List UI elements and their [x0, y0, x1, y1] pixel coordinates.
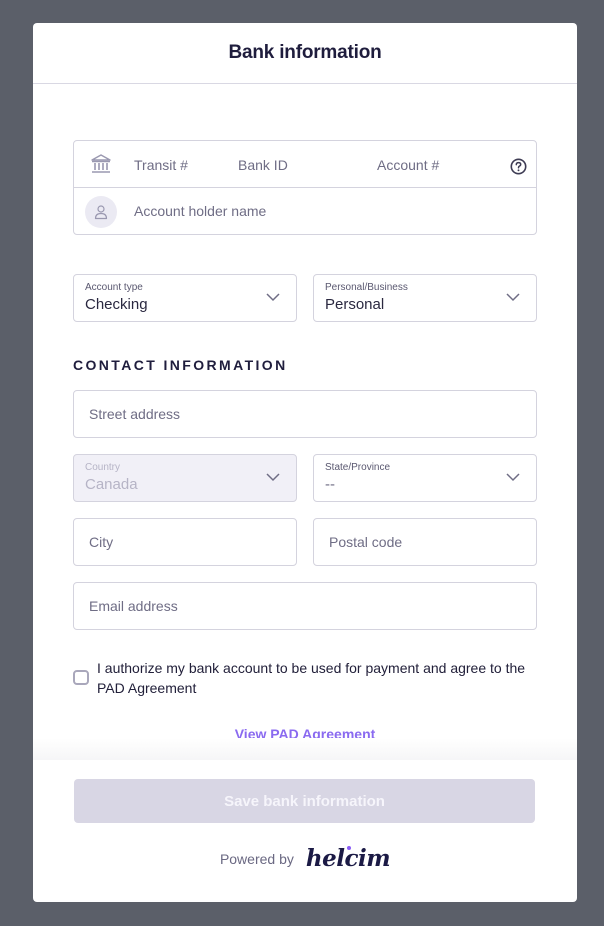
chevron-down-icon — [266, 473, 280, 482]
state-province-label: State/Province — [325, 462, 391, 473]
personal-business-label: Personal/Business — [325, 282, 408, 293]
chevron-down-icon — [506, 293, 520, 302]
question-circle-icon[interactable] — [510, 158, 527, 175]
pad-authorization-checkbox[interactable] — [73, 670, 89, 685]
modal-header: Bank information — [33, 23, 577, 84]
state-province-value: -- — [325, 476, 335, 493]
personal-business-value: Personal — [325, 296, 385, 313]
email-address-placeholder: Email address — [89, 598, 178, 614]
bank-number-row: Transit # Bank ID Account # — [74, 141, 536, 188]
street-address-placeholder: Street address — [89, 406, 181, 422]
account-holder-row: Account holder name — [74, 188, 536, 234]
city-input[interactable]: City — [73, 518, 297, 566]
personal-business-select[interactable]: Personal/Business Personal — [313, 274, 537, 322]
postal-code-placeholder: Postal code — [329, 534, 403, 550]
user-icon — [94, 205, 108, 220]
footer-divider — [33, 738, 577, 760]
page-title: Bank information — [228, 42, 382, 63]
logo-dot-icon — [346, 846, 351, 850]
account-type-label: Account type — [85, 282, 143, 293]
bank-id-input[interactable]: Bank ID — [238, 157, 288, 173]
account-number-input[interactable]: Account # — [377, 157, 439, 173]
account-holder-name-input[interactable]: Account holder name — [134, 203, 266, 219]
street-address-input[interactable]: Street address — [73, 390, 537, 438]
email-address-input[interactable]: Email address — [73, 582, 537, 630]
contact-information-heading: CONTACT INFORMATION — [73, 357, 288, 373]
country-label: Country — [85, 462, 121, 473]
bank-info-modal: Bank information Transit # Bank ID Accou… — [33, 23, 577, 902]
chevron-down-icon — [506, 473, 520, 482]
helcim-logo: helcim — [306, 845, 391, 872]
powered-by-text: Powered by — [219, 850, 294, 867]
transit-number-input[interactable]: Transit # — [134, 157, 188, 173]
avatar — [85, 196, 117, 228]
bank-building-icon — [91, 154, 111, 174]
account-type-value: Checking — [85, 296, 148, 313]
account-type-select[interactable]: Account type Checking — [73, 274, 297, 322]
powered-by: Powered by helcim — [33, 845, 577, 872]
pad-authorization-label[interactable]: I authorize my bank account to be used f… — [97, 658, 537, 698]
chevron-down-icon — [266, 293, 280, 302]
bank-details-group: Transit # Bank ID Account # Account hold… — [73, 140, 537, 235]
state-province-select[interactable]: State/Province -- — [313, 454, 537, 502]
country-value: Canada — [85, 476, 138, 493]
city-placeholder: City — [89, 534, 114, 550]
country-select: Country Canada — [73, 454, 297, 502]
postal-code-input[interactable]: Postal code — [313, 518, 537, 566]
save-bank-information-button[interactable]: Save bank information — [74, 779, 535, 823]
